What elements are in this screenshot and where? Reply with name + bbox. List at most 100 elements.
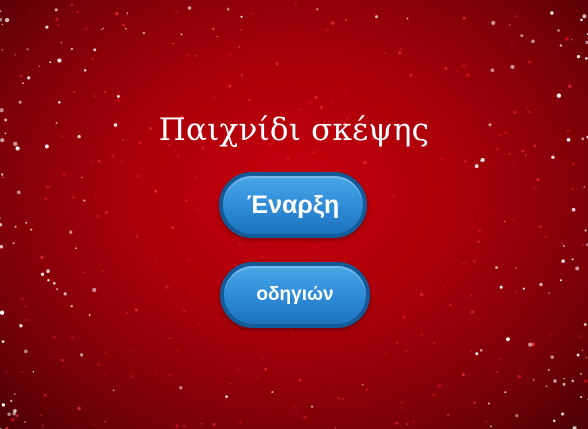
glitter-dot xyxy=(76,10,79,14)
snow-sparkle xyxy=(515,414,519,418)
glitter-dot xyxy=(462,64,466,68)
glitter-dot xyxy=(336,346,339,349)
glitter-dot xyxy=(461,373,465,377)
glitter-dot xyxy=(495,370,499,374)
glitter-dot xyxy=(419,333,424,337)
glitter-dot xyxy=(130,350,132,352)
glitter-dot xyxy=(185,199,188,202)
glitter-dot xyxy=(249,239,252,241)
glitter-dot xyxy=(365,388,368,391)
glitter-dot xyxy=(248,98,250,101)
snow-sparkle xyxy=(522,287,525,290)
glitter-dot xyxy=(560,242,564,245)
glitter-dot xyxy=(175,10,179,14)
glitter-dot xyxy=(291,332,294,335)
glitter-dot xyxy=(96,214,99,218)
snow-sparkle xyxy=(531,39,535,44)
game-title: Παιχνίδι σκέψης xyxy=(158,112,430,148)
glitter-dot xyxy=(400,48,403,51)
start-button[interactable]: Έναρξη xyxy=(219,172,367,238)
glitter-dot xyxy=(227,6,230,10)
glitter-dot xyxy=(239,28,242,31)
snow-sparkle xyxy=(10,399,13,403)
snow-sparkle xyxy=(70,305,73,308)
glitter-dot xyxy=(295,4,297,6)
glitter-dot xyxy=(538,188,540,190)
glitter-dot xyxy=(96,363,101,367)
instructions-button[interactable]: οδηγιών xyxy=(220,262,370,328)
snow-sparkle xyxy=(491,20,496,25)
snow-sparkle xyxy=(571,207,576,212)
glitter-dot xyxy=(119,161,122,164)
snow-sparkle xyxy=(515,267,517,269)
glitter-dot xyxy=(122,23,126,27)
glitter-dot xyxy=(130,374,133,378)
snow-sparkle xyxy=(585,57,588,60)
glitter-dot xyxy=(384,352,387,355)
glitter-dot xyxy=(299,108,302,111)
glitter-dot xyxy=(437,385,440,388)
snow-sparkle xyxy=(92,287,97,293)
snow-sparkle xyxy=(561,259,565,263)
glitter-dot xyxy=(438,384,442,387)
glitter-dot xyxy=(72,195,76,200)
glitter-dot xyxy=(396,341,399,344)
snow-sparkle xyxy=(0,244,4,249)
snow-sparkle xyxy=(532,378,535,381)
glitter-dot xyxy=(478,217,481,220)
snow-sparkle xyxy=(550,355,554,359)
snow-sparkle xyxy=(563,378,565,380)
glitter-dot xyxy=(404,350,408,353)
snow-sparkle xyxy=(580,396,583,399)
snow-sparkle xyxy=(510,64,515,69)
glitter-dot xyxy=(176,154,180,158)
glitter-dot xyxy=(308,42,310,44)
glitter-dot xyxy=(531,342,535,347)
snow-sparkle xyxy=(579,372,583,375)
snow-sparkle xyxy=(504,391,507,394)
snow-sparkle xyxy=(56,288,59,291)
glitter-dot xyxy=(532,187,535,190)
snow-sparkle xyxy=(60,42,63,44)
snow-sparkle xyxy=(93,48,97,52)
glitter-dot xyxy=(462,16,466,20)
glitter-dot xyxy=(286,157,290,161)
snow-sparkle xyxy=(88,314,91,316)
glitter-dot xyxy=(182,425,186,428)
glitter-dot xyxy=(335,390,337,393)
glitter-dot xyxy=(104,373,106,375)
snow-sparkle xyxy=(509,24,511,26)
snow-sparkle xyxy=(46,269,50,273)
snow-sparkle xyxy=(1,49,4,51)
glitter-dot xyxy=(298,378,302,382)
glitter-dot xyxy=(337,169,339,172)
glitter-dot xyxy=(575,9,578,13)
snow-sparkle xyxy=(406,17,409,20)
glitter-dot xyxy=(178,255,181,257)
glitter-dot xyxy=(93,423,96,426)
snow-sparkle xyxy=(12,412,16,416)
glitter-dot xyxy=(61,358,64,362)
glitter-dot xyxy=(44,407,47,410)
glitter-dot xyxy=(401,273,403,275)
snow-sparkle xyxy=(25,221,28,224)
snow-sparkle xyxy=(47,279,50,282)
snow-sparkle xyxy=(583,186,586,188)
snow-sparkle xyxy=(571,258,574,261)
glitter-dot xyxy=(70,3,74,7)
glitter-dot xyxy=(169,373,172,377)
glitter-dot xyxy=(264,367,267,371)
snow-sparkle xyxy=(0,217,1,219)
snow-sparkle xyxy=(475,352,479,356)
glitter-dot xyxy=(239,421,242,424)
snow-sparkle xyxy=(550,11,554,15)
glitter-dot xyxy=(228,52,232,56)
snow-sparkle xyxy=(226,8,230,11)
snow-sparkle xyxy=(480,159,483,162)
glitter-dot xyxy=(19,74,23,78)
glitter-dot xyxy=(510,43,514,47)
snow-sparkle xyxy=(375,15,378,19)
glitter-dot xyxy=(572,162,575,165)
glitter-dot xyxy=(126,14,128,17)
glitter-dot xyxy=(458,235,461,238)
